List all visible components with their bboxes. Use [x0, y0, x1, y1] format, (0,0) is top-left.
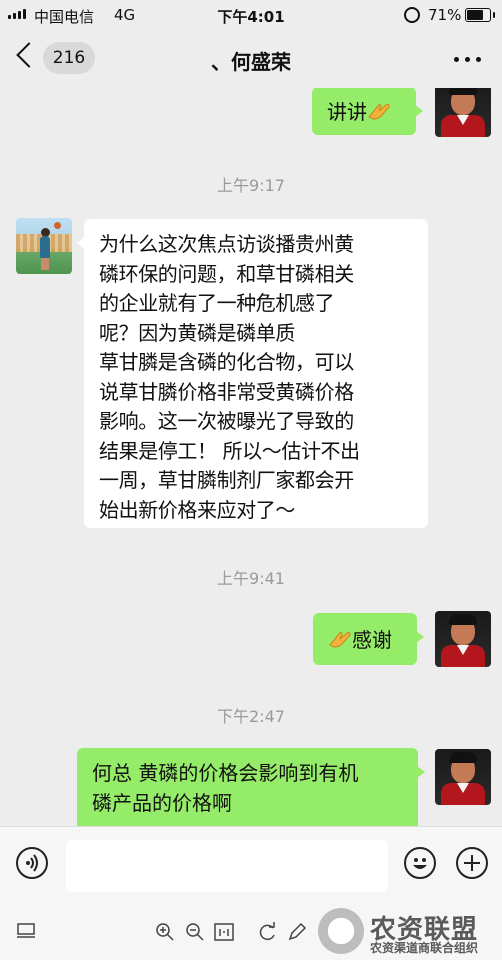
plus-icon[interactable]	[456, 847, 488, 879]
keyboard-icon[interactable]	[16, 922, 36, 940]
message-timestamp: 上午9:41	[217, 569, 285, 588]
zoom-out-icon[interactable]	[185, 922, 205, 942]
voice-input-icon[interactable]	[16, 847, 48, 879]
orientation-lock-icon	[404, 7, 420, 23]
praying-hands-icon	[328, 627, 352, 657]
avatar[interactable]	[16, 218, 72, 274]
chat-header: 216 、何盛荣	[0, 30, 502, 88]
status-time: 下午4:01	[217, 8, 285, 26]
chat-title: 、何盛荣	[211, 50, 291, 74]
emoji-icon[interactable]	[404, 847, 436, 879]
message-text: 感谢	[352, 628, 392, 652]
ellipsis-icon[interactable]	[454, 57, 484, 63]
message-bubble-received[interactable]: 为什么这次焦点访谈播贵州黄 磷环保的问题，和草甘磷相关 的企业就有了一种危机感了…	[77, 219, 428, 528]
message-text: 讲讲	[327, 100, 367, 124]
watermark-subtitle: 农资渠道商联合组织	[370, 941, 479, 955]
message-text: 为什么这次焦点访谈播贵州黄 磷环保的问题，和草甘磷相关 的企业就有了一种危机感了…	[99, 232, 360, 522]
message-timestamp: 下午2:47	[217, 707, 285, 726]
message-bubble-sent[interactable]: 讲讲	[312, 88, 423, 135]
message-bubble-sent[interactable]: 感谢	[313, 613, 424, 665]
message-text: 何总 黄磷的价格会影响到有机 磷产品的价格啊	[92, 761, 359, 815]
zoom-in-icon[interactable]	[155, 922, 175, 942]
pencil-icon[interactable]	[287, 922, 307, 942]
rotate-icon[interactable]	[258, 922, 278, 942]
avatar[interactable]	[435, 88, 491, 137]
actual-size-icon[interactable]	[214, 922, 234, 942]
chat-message-list[interactable]: 讲讲 上午9:17 为什么这次焦点访谈播贵州黄 磷环保的问题，和草甘磷相关 的企…	[0, 88, 502, 826]
message-text-input[interactable]	[66, 840, 388, 892]
battery-percent: 71%	[428, 6, 462, 24]
message-input-bar	[0, 826, 502, 905]
message-bubble-sent[interactable]: 何总 黄磷的价格会影响到有机 磷产品的价格啊	[77, 748, 425, 826]
praying-hands-icon	[367, 99, 391, 129]
watermark: 农资联盟 农资渠道商联合组织	[318, 904, 502, 960]
avatar[interactable]	[435, 749, 491, 805]
watermark-logo-icon	[318, 908, 364, 954]
avatar[interactable]	[435, 611, 491, 667]
status-bar: 中国电信 4G 下午4:01 71%	[0, 0, 502, 30]
battery-icon	[465, 8, 495, 22]
message-timestamp: 上午9:17	[217, 176, 285, 195]
